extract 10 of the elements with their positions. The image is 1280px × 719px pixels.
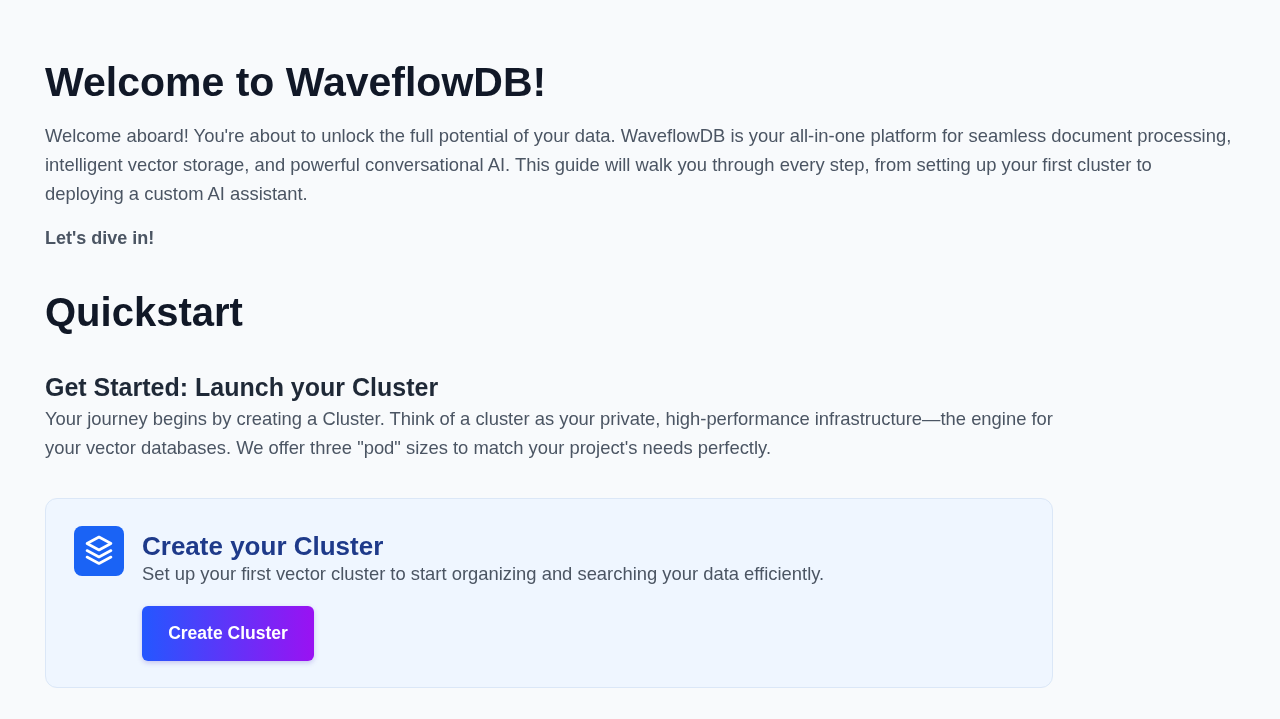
- card-description: Set up your first vector cluster to start organizing and searching your data efficiently.: [142, 562, 825, 586]
- section-title: Quickstart: [45, 289, 243, 336]
- callout-text: Let's dive in!: [45, 227, 155, 250]
- page-title: Welcome to WaveflowDB!: [45, 58, 547, 107]
- card-title: Create your Cluster: [142, 530, 384, 562]
- layers-icon: [74, 526, 124, 576]
- create-cluster-button[interactable]: Create Cluster: [142, 606, 314, 661]
- intro-paragraph: Welcome aboard! You're about to unlock the full potential of your data. WaveflowDB is your all-in-one platform for seamless document processing, intelligent vector storage, and powerful conversational AI. This guide will walk you through every step, from setting up your first cluster to deploying a custom AI assistant.: [45, 124, 1233, 206]
- subsection-description: Your journey begins by creating a Cluster. Think of a cluster as your private, high-performance infrastructure—the engine for your vector databases. We offer three "pod" sizes to match your project's needs perfectly.: [45, 407, 1054, 460]
- subsection-title: Get Started: Launch your Cluster: [45, 372, 439, 403]
